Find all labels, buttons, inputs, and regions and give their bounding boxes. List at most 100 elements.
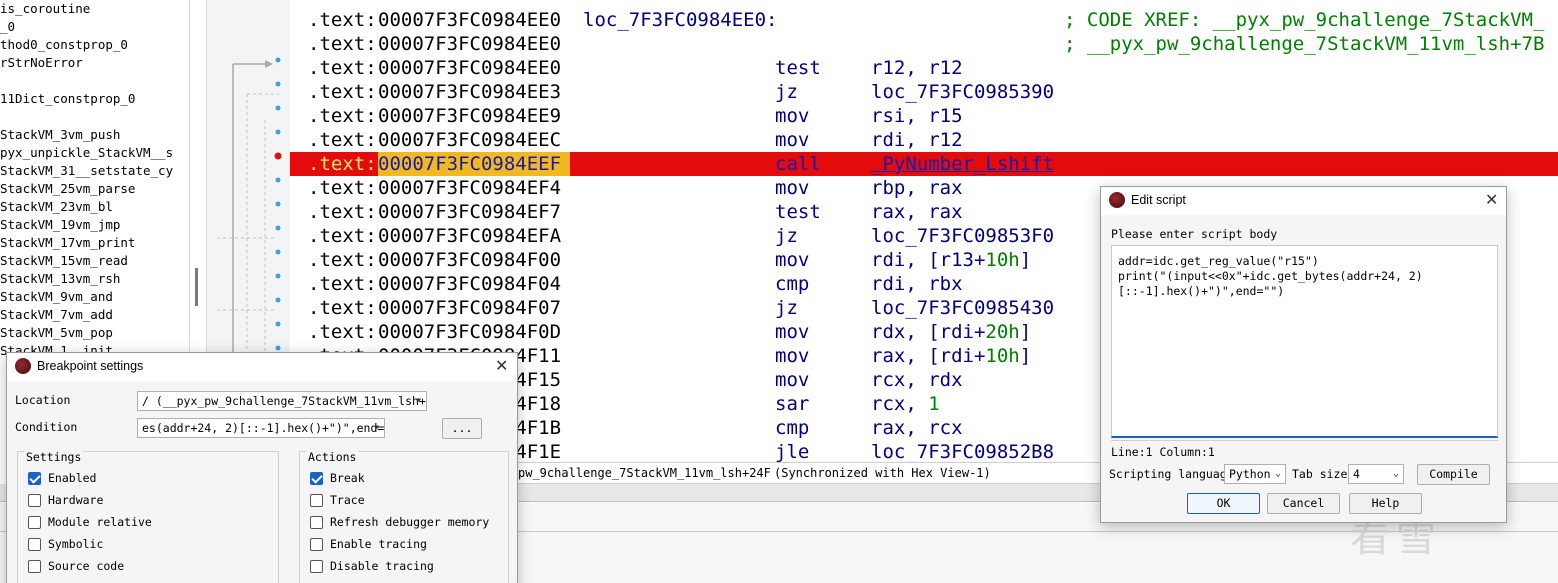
checkbox-label[interactable]: Module relative — [48, 515, 152, 529]
cancel-button[interactable]: Cancel — [1267, 493, 1340, 514]
checkbox[interactable] — [310, 516, 323, 529]
location-value: / (__pyx_pw_9challenge_7StackVM_11vm_lsh… — [142, 394, 427, 408]
function-list-item[interactable]: StackVM_23vm_bl — [0, 198, 113, 216]
ellipsis-button[interactable]: ... — [442, 418, 482, 439]
breakpoint-dot[interactable] — [274, 152, 282, 160]
status-sync: (Synchronized with Hex View-1) — [774, 466, 991, 480]
function-list-item[interactable]: StackVM_17vm_print — [0, 234, 135, 252]
function-list-item[interactable]: pyx_unpickle_StackVM__s — [0, 144, 173, 162]
function-list-item[interactable]: StackVM_25vm_parse — [0, 180, 135, 198]
checkbox[interactable] — [28, 494, 41, 507]
disasm-line[interactable]: .text: 00007F3FC0984EE9 mov rsi, r15 — [290, 104, 1558, 128]
functions-scrollbar[interactable] — [195, 268, 198, 306]
checkbox[interactable] — [28, 560, 41, 573]
line-marker-dot[interactable] — [275, 249, 281, 255]
operands[interactable]: _PyNumber_Lshift — [871, 152, 1054, 176]
function-list-item[interactable]: StackVM_13vm_rsh — [0, 270, 120, 288]
line-marker-dot[interactable] — [275, 321, 281, 327]
segment-prefix: .text: — [308, 297, 377, 319]
disasm-line[interactable]: .text: 00007F3FC0984EE0 loc_7F3FC0984EE0:;… — [290, 8, 1558, 32]
checkbox[interactable] — [28, 516, 41, 529]
function-list-item[interactable]: 11Dict_constprop_0 — [0, 90, 135, 108]
checkbox-label[interactable]: Hardware — [48, 493, 103, 507]
line-marker-dot[interactable] — [275, 105, 281, 111]
condition-combo[interactable]: es(addr+24, 2)[::-1].hex()+")",end="") ▾ — [137, 418, 385, 438]
line-marker-dot[interactable] — [275, 129, 281, 135]
function-list-item[interactable]: _0 — [0, 18, 15, 36]
dialog-titlebar[interactable]: Edit script ✕ — [1101, 187, 1506, 215]
operands[interactable]: r12, r12 — [871, 56, 963, 80]
function-list-item[interactable]: StackVM_9vm_and — [0, 288, 113, 306]
operands[interactable]: rcx, rdx — [871, 368, 963, 392]
checkbox-label[interactable]: Enable tracing — [330, 537, 427, 551]
operands[interactable]: rax, rax — [871, 200, 963, 224]
location-combo[interactable]: / (__pyx_pw_9challenge_7StackVM_11vm_lsh… — [137, 391, 427, 411]
disasm-line[interactable]: .text: 00007F3FC0984EE0 test r12, r12 — [290, 56, 1558, 80]
disasm-line-current[interactable]: .text: 00007F3FC0984EEF call _PyNumber_Lshi… — [290, 152, 1558, 176]
operands[interactable]: loc_7F3FC0985430 — [871, 296, 1054, 320]
line-marker-dot[interactable] — [275, 345, 281, 351]
checkbox[interactable] — [28, 472, 41, 485]
operands[interactable]: rdi, rbx — [871, 272, 963, 296]
checkbox-label[interactable]: Symbolic — [48, 537, 103, 551]
breakpoint-settings-dialog: Breakpoint settings ✕ Location / (__pyx_… — [6, 352, 518, 583]
function-list-item[interactable]: is_coroutine — [0, 0, 90, 18]
checkbox-label[interactable]: Refresh debugger memory — [330, 515, 489, 529]
function-list-item[interactable]: StackVM_3vm_push — [0, 126, 120, 144]
checkbox-label[interactable]: Break — [330, 471, 365, 485]
checkbox[interactable] — [28, 538, 41, 551]
help-button[interactable]: Help — [1349, 493, 1422, 514]
disasm-line[interactable]: .text: 00007F3FC0984EE0 ; __pyx_pw_9challe… — [290, 32, 1558, 56]
compile-button[interactable]: Compile — [1417, 464, 1490, 485]
ida-app-icon — [1109, 192, 1125, 208]
close-icon[interactable]: ✕ — [1485, 190, 1498, 210]
function-list-item[interactable]: thod0_constprop_0 — [0, 36, 128, 54]
tab-size-select[interactable]: 4 ⌄ — [1348, 464, 1404, 484]
operands[interactable]: loc_7F3FC0985390 — [871, 80, 1054, 104]
scripting-language-select[interactable]: Python ⌄ — [1224, 464, 1286, 484]
checkbox-label[interactable]: Disable tracing — [330, 559, 434, 573]
line-marker-dot[interactable] — [275, 81, 281, 87]
operands[interactable]: loc_7F3FC09853F0 — [871, 224, 1054, 248]
line-marker-dot[interactable] — [275, 201, 281, 207]
operands[interactable]: rdi, r12 — [871, 128, 963, 152]
operands[interactable]: rsi, r15 — [871, 104, 963, 128]
operands[interactable]: rbp, rax — [871, 176, 963, 200]
checkbox-label[interactable]: Source code — [48, 559, 124, 573]
ok-button[interactable]: OK — [1187, 493, 1260, 514]
operands[interactable]: rdx, [rdi+20h] — [871, 320, 1031, 344]
close-icon[interactable]: ✕ — [495, 356, 508, 376]
operands[interactable]: rcx, 1 — [871, 392, 940, 416]
line-marker-dot[interactable] — [275, 225, 281, 231]
operands[interactable]: rax, rcx — [871, 416, 963, 440]
operands[interactable]: rax, [rdi+10h] — [871, 344, 1031, 368]
checkbox[interactable] — [310, 472, 323, 485]
tab-size-label: Tab size — [1292, 467, 1348, 481]
checkbox[interactable] — [310, 560, 323, 573]
line-marker-dot[interactable] — [275, 273, 281, 279]
segment-prefix: .text: — [308, 33, 377, 55]
function-list-item[interactable]: StackVM_31__setstate_cy — [0, 162, 173, 180]
function-list-item[interactable]: StackVM_5vm_pop — [0, 324, 113, 342]
operands[interactable]: rdi, [r13+10h] — [871, 248, 1031, 272]
line-marker-dot[interactable] — [275, 177, 281, 183]
checkbox-label[interactable]: Enabled — [48, 471, 96, 485]
dialog-title: Breakpoint settings — [37, 359, 144, 373]
function-list-item[interactable]: StackVM_19vm_jmp — [0, 216, 120, 234]
disasm-line[interactable]: .text: 00007F3FC0984EE3 jz loc_7F3FC0985390 — [290, 80, 1558, 104]
script-editor[interactable]: addr=idc.get_reg_value("r15") print("(inp… — [1111, 245, 1498, 438]
operand-tail: ] — [1019, 345, 1032, 367]
line-marker-dot[interactable] — [275, 297, 281, 303]
checkbox-label[interactable]: Trace — [330, 493, 365, 507]
line-marker-dot[interactable] — [275, 57, 281, 63]
chevron-down-icon: ▾ — [373, 422, 380, 433]
condition-label: Condition — [15, 420, 78, 434]
operands[interactable]: loc_7F3FC09852B8 — [871, 440, 1054, 462]
checkbox[interactable] — [310, 538, 323, 551]
function-list-item[interactable]: StackVM_15vm_read — [0, 252, 128, 270]
disasm-line[interactable]: .text: 00007F3FC0984EEC mov rdi, r12 — [290, 128, 1558, 152]
checkbox[interactable] — [310, 494, 323, 507]
function-list-item[interactable]: StackVM_7vm_add — [0, 306, 113, 324]
dialog-titlebar[interactable]: Breakpoint settings ✕ — [7, 353, 517, 381]
function-list-item[interactable]: rStrNoError — [0, 54, 83, 72]
